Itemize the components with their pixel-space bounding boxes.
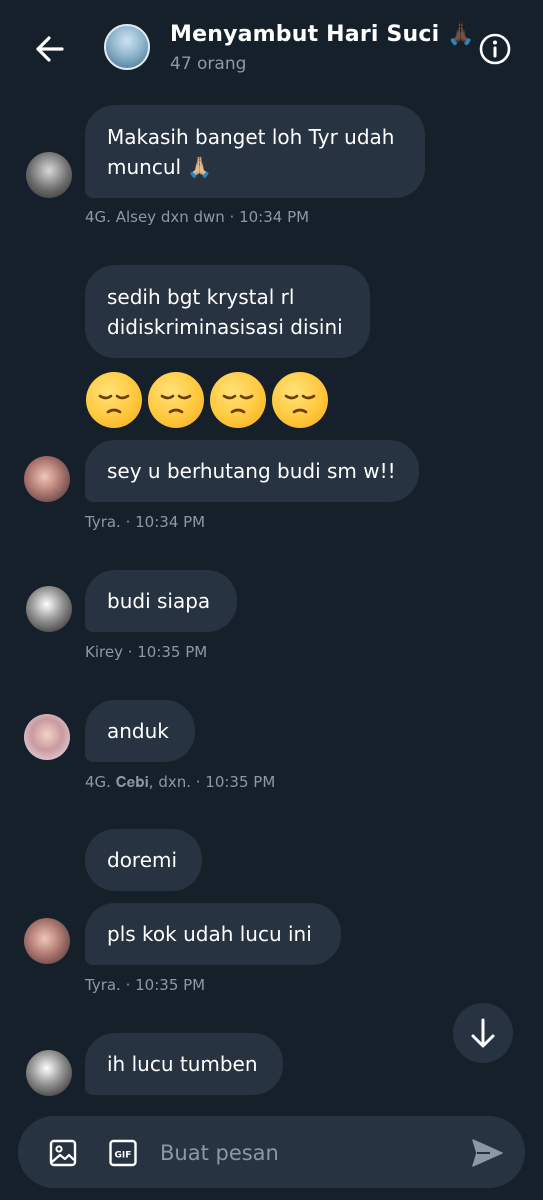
avatar-cebi[interactable] — [24, 714, 70, 760]
message-bubble[interactable]: ih lucu tumben — [85, 1033, 283, 1095]
message-bubble[interactable]: anduk — [85, 700, 195, 762]
message-bubble[interactable]: pls kok udah lucu ini — [85, 903, 341, 965]
arrow-down-icon — [471, 1018, 495, 1048]
member-count: 47 orang — [170, 54, 247, 74]
avatar-kirey[interactable] — [26, 586, 72, 632]
message-input[interactable] — [160, 1138, 450, 1168]
pensive-emoji-icon — [148, 372, 204, 428]
group-title[interactable]: Menyambut Hari Suci 🙏🏿 — [170, 22, 475, 47]
scroll-to-bottom-button[interactable] — [453, 1003, 513, 1063]
back-arrow-icon — [36, 36, 64, 62]
send-button[interactable] — [470, 1136, 504, 1170]
avatar-kirey[interactable] — [26, 1050, 72, 1096]
avatar-tyra[interactable] — [24, 918, 70, 964]
emoji-message[interactable]: 😔😔😔😔 — [86, 372, 328, 428]
conversation-header: Menyambut Hari Suci 🙏🏿 47 orang — [0, 0, 543, 96]
message-bubble[interactable]: budi siapa — [85, 570, 237, 632]
message-meta: 4G. Alsey dxn dwn · 10:34 PM — [85, 208, 310, 226]
gif-button[interactable]: GIF — [108, 1138, 138, 1168]
message-bubble[interactable]: sedih bgt krystal rl didiskriminasisasi … — [85, 265, 370, 358]
image-icon — [49, 1139, 77, 1167]
svg-text:GIF: GIF — [115, 1151, 132, 1161]
message-meta: 4G. 𝐂𝐞𝐛𝐢, dxn. · 10:35 PM — [85, 773, 276, 791]
message-meta: Tyra. · 10:34 PM — [85, 513, 206, 531]
back-button[interactable] — [30, 30, 68, 68]
send-icon — [472, 1139, 503, 1167]
message-bubble[interactable]: doremi — [85, 829, 202, 891]
message-bubble[interactable]: sey u berhutang budi sm w!! — [85, 440, 419, 502]
info-button[interactable] — [478, 32, 512, 66]
avatar-alsey[interactable] — [26, 152, 72, 198]
pensive-emoji-icon — [272, 372, 328, 428]
message-bubble[interactable]: Makasih banget loh Tyr udah muncul 🙏🏼 — [85, 105, 425, 198]
group-avatar[interactable] — [104, 24, 150, 70]
info-icon — [479, 33, 511, 65]
image-button[interactable] — [48, 1138, 78, 1168]
gif-icon: GIF — [109, 1139, 137, 1167]
message-meta: Kirey · 10:35 PM — [85, 643, 208, 661]
message-meta: Tyra. · 10:35 PM — [85, 976, 206, 994]
message-composer: GIF — [18, 1116, 525, 1188]
pensive-emoji-icon — [86, 372, 142, 428]
pensive-emoji-icon — [210, 372, 266, 428]
avatar-tyra[interactable] — [24, 456, 70, 502]
